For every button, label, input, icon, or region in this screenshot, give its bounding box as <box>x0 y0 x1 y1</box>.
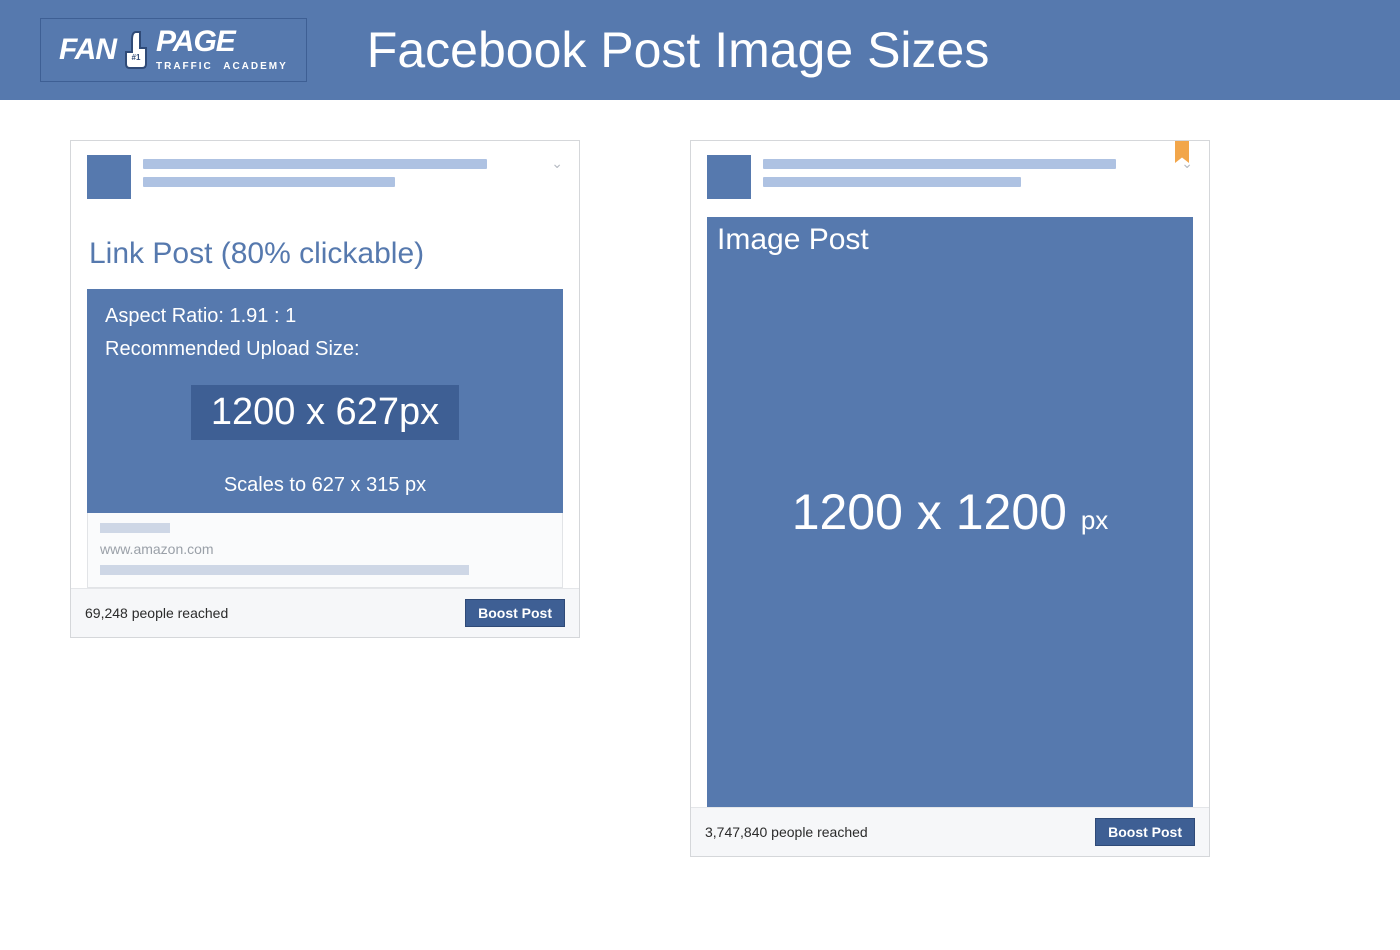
image-size-value: 1200 x 1200 <box>792 484 1067 540</box>
page-title: Facebook Post Image Sizes <box>367 21 990 79</box>
boost-post-button[interactable]: Boost Post <box>1095 818 1195 846</box>
avatar-placeholder <box>707 155 751 199</box>
header-text-placeholder <box>763 155 1193 187</box>
logo-word-page: PAGE <box>156 27 288 57</box>
chevron-down-icon[interactable]: ⌄ <box>1181 155 1193 172</box>
logo-word-fan: FAN <box>59 33 116 67</box>
placeholder-line <box>763 177 1021 187</box>
placeholder-line <box>100 565 469 575</box>
link-image-region: Aspect Ratio: 1.91 : 1 Recommended Uploa… <box>87 289 563 513</box>
link-domain: www.amazon.com <box>100 541 550 557</box>
recommended-size: 1200 x 627px <box>191 385 459 440</box>
logo-right-block: PAGE TRAFFIC ACADEMY <box>156 27 288 73</box>
content-stage: ⌄ Link Post (80% clickable) Aspect Ratio… <box>0 100 1400 897</box>
post-header: ⌄ <box>707 155 1193 199</box>
header-text-placeholder <box>143 155 563 187</box>
page-header: FAN #1 PAGE TRAFFIC ACADEMY Facebook Pos… <box>0 0 1400 100</box>
reach-count: 3,747,840 people reached <box>705 824 868 840</box>
image-size: 1200 x 1200 px <box>792 483 1109 541</box>
post-footer: 69,248 people reached Boost Post <box>71 588 579 637</box>
scales-to: Scales to 627 x 315 px <box>224 474 426 497</box>
link-meta-strip: www.amazon.com <box>87 513 563 588</box>
recommended-label: Recommended Upload Size: <box>105 338 545 361</box>
reach-count: 69,248 people reached <box>85 605 228 621</box>
post-header: ⌄ <box>87 155 563 199</box>
placeholder-line <box>100 523 170 533</box>
placeholder-line <box>763 159 1116 169</box>
boost-post-button[interactable]: Boost Post <box>465 599 565 627</box>
foam-finger-icon: #1 <box>122 30 150 70</box>
post-footer: 3,747,840 people reached Boost Post <box>691 807 1209 856</box>
logo-tagline: TRAFFIC ACADEMY <box>156 57 288 73</box>
svg-text:#1: #1 <box>132 53 141 62</box>
square-image-region: Image Post 1200 x 1200 px <box>707 217 1193 807</box>
aspect-ratio: Aspect Ratio: 1.91 : 1 <box>105 305 545 328</box>
placeholder-line <box>143 177 395 187</box>
placeholder-line <box>143 159 487 169</box>
px-suffix: px <box>1081 505 1108 535</box>
link-post-card: ⌄ Link Post (80% clickable) Aspect Ratio… <box>70 140 580 638</box>
brand-logo: FAN #1 PAGE TRAFFIC ACADEMY <box>40 18 307 82</box>
image-post-card: ⌄ Image Post 1200 x 1200 px 3,747,840 pe… <box>690 140 1210 857</box>
avatar-placeholder <box>87 155 131 199</box>
chevron-down-icon[interactable]: ⌄ <box>551 155 563 172</box>
image-post-title: Image Post <box>717 223 869 257</box>
link-post-title: Link Post (80% clickable) <box>89 237 563 271</box>
